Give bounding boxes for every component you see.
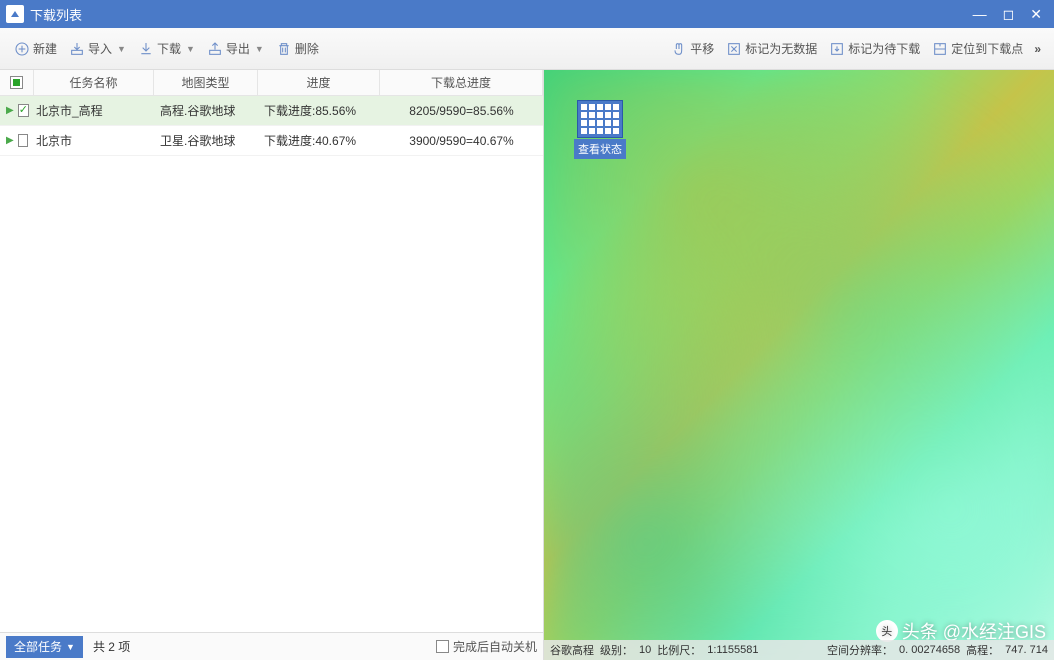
header-type[interactable]: 地图类型	[154, 70, 258, 95]
status-res: 0. 00274658	[899, 644, 960, 656]
play-icon: ▶	[6, 135, 14, 146]
task-list-panel: 任务名称 地图类型 进度 下载总进度 ▶✓ 北京市_高程 高程.谷歌地球 下载进…	[0, 70, 544, 660]
locate-icon	[932, 41, 948, 57]
status-res-label: 空间分辨率：	[827, 642, 893, 658]
task-count: 共 2 项	[93, 638, 130, 655]
auto-shutdown-checkbox[interactable]: 完成后自动关机	[436, 638, 537, 655]
export-button[interactable]: 导出 ▼	[201, 37, 270, 60]
locate-button[interactable]: 定位到下载点	[926, 37, 1029, 60]
titlebar: 下载列表 — ◻ ✕	[0, 0, 1054, 28]
delete-button[interactable]: 删除	[270, 37, 325, 60]
grid-body: ▶✓ 北京市_高程 高程.谷歌地球 下载进度:85.56% 8205/9590=…	[0, 96, 543, 632]
mark-pending-button[interactable]: 标记为待下载	[823, 37, 926, 60]
download-icon	[138, 41, 154, 57]
table-row[interactable]: ▶ 北京市 卫星.谷歌地球 下载进度:40.67% 3900/9590=40.6…	[0, 126, 543, 156]
maximize-button[interactable]: ◻	[1003, 6, 1015, 23]
square-x-icon	[726, 41, 742, 57]
checkbox-icon[interactable]	[18, 134, 28, 147]
checkbox-icon[interactable]: ✓	[18, 104, 29, 117]
status-scale-label: 比例尺：	[657, 642, 701, 658]
checkbox-icon	[10, 76, 23, 89]
grid-header: 任务名称 地图类型 进度 下载总进度	[0, 70, 543, 96]
map-view[interactable]: 查看状态 头 头条 @水经注GIS 谷歌高程 级别： 10 比例尺： 1:115…	[544, 70, 1054, 660]
pan-button[interactable]: 平移	[665, 37, 720, 60]
status-level: 10	[639, 644, 651, 656]
export-icon	[207, 41, 223, 57]
chevron-down-icon: ▼	[117, 44, 126, 54]
download-button[interactable]: 下载 ▼	[132, 37, 201, 60]
grid-icon	[577, 100, 623, 138]
view-status-label: 查看状态	[574, 139, 626, 159]
status-bar: 谷歌高程 级别： 10 比例尺： 1:1155581 空间分辨率： 0. 002…	[544, 640, 1054, 660]
checkbox-icon	[436, 640, 449, 653]
header-progress[interactable]: 进度	[258, 70, 380, 95]
status-scale: 1:1155581	[707, 644, 758, 656]
header-total[interactable]: 下载总进度	[380, 70, 543, 95]
mark-nodata-button[interactable]: 标记为无数据	[720, 37, 823, 60]
chevron-down-icon: ▼	[255, 44, 264, 54]
app-icon	[6, 5, 24, 23]
status-elev: 747. 714	[1005, 644, 1048, 656]
table-row[interactable]: ▶✓ 北京市_高程 高程.谷歌地球 下载进度:85.56% 8205/9590=…	[0, 96, 543, 126]
chevron-down-icon: ▼	[66, 642, 75, 652]
all-tasks-button[interactable]: 全部任务 ▼	[6, 636, 83, 658]
more-button[interactable]: »	[1029, 40, 1046, 58]
header-name[interactable]: 任务名称	[34, 70, 154, 95]
chevron-down-icon: ▼	[186, 44, 195, 54]
new-button[interactable]: 新建	[8, 37, 63, 60]
header-checkbox-cell[interactable]	[0, 70, 34, 95]
plus-circle-icon	[14, 41, 30, 57]
close-button[interactable]: ✕	[1030, 6, 1042, 23]
import-button[interactable]: 导入 ▼	[63, 37, 132, 60]
play-icon: ▶	[6, 105, 14, 116]
view-status-button[interactable]: 查看状态	[574, 100, 626, 159]
toolbar: 新建 导入 ▼ 下载 ▼ 导出 ▼ 删除 平移 标记为无数据	[0, 28, 1054, 70]
window-title: 下载列表	[30, 5, 973, 24]
window-controls: — ◻ ✕	[973, 6, 1048, 23]
bottom-bar: 全部任务 ▼ 共 2 项 完成后自动关机	[0, 632, 543, 660]
minimize-button[interactable]: —	[973, 6, 987, 23]
hand-icon	[671, 41, 687, 57]
status-source: 谷歌高程	[550, 642, 594, 658]
square-down-icon	[829, 41, 845, 57]
status-elev-label: 高程：	[966, 642, 999, 658]
watermark-icon: 头	[876, 620, 898, 642]
trash-icon	[276, 41, 292, 57]
import-icon	[69, 41, 85, 57]
main-content: 任务名称 地图类型 进度 下载总进度 ▶✓ 北京市_高程 高程.谷歌地球 下载进…	[0, 70, 1054, 660]
status-level-label: 级别：	[600, 642, 633, 658]
